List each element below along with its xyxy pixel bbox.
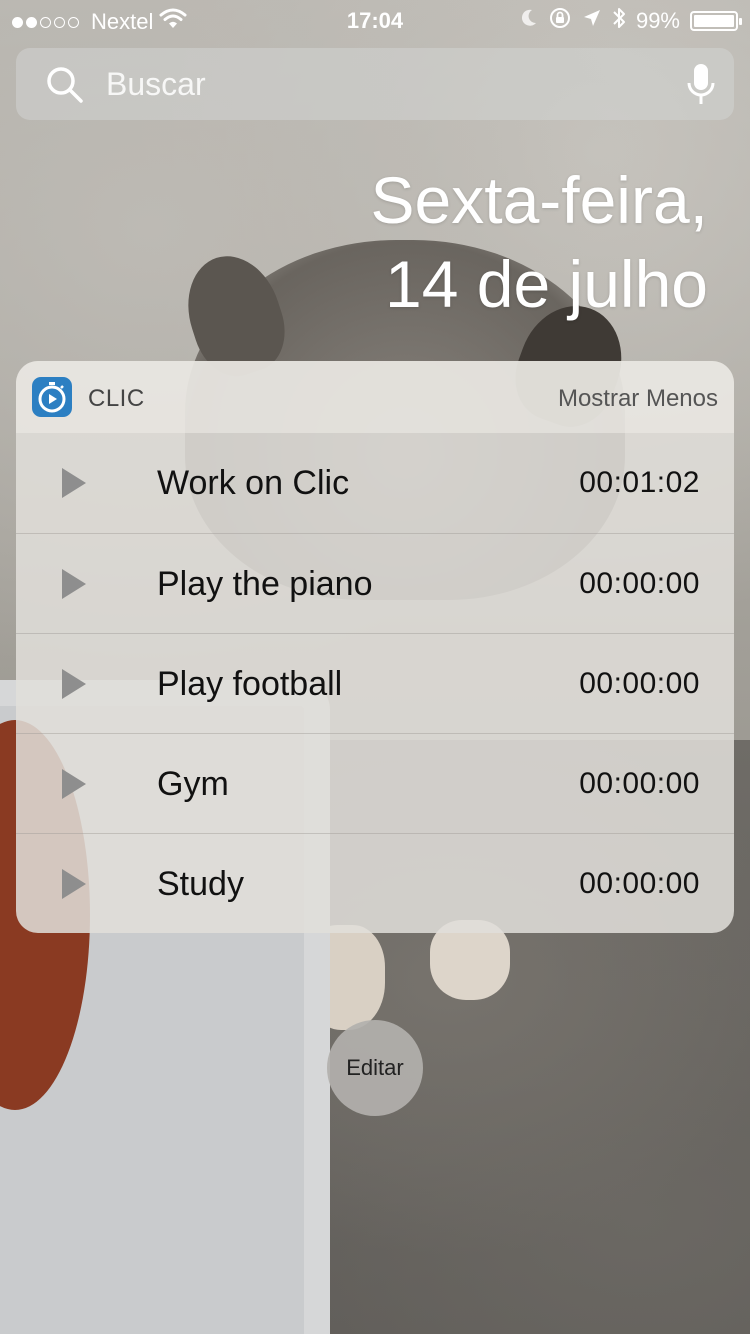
task-row[interactable]: Gym 00:00:00 xyxy=(16,733,734,833)
battery-level xyxy=(694,15,734,27)
date-heading: Sexta-feira, 14 de julho xyxy=(371,158,708,326)
task-row[interactable]: Study 00:00:00 xyxy=(16,833,734,933)
task-name: Study xyxy=(157,865,244,903)
date-day-month: 14 de julho xyxy=(385,247,708,321)
widget-app-name: CLIC xyxy=(88,385,145,412)
task-time: 00:00:00 xyxy=(579,867,700,900)
bluetooth-icon xyxy=(612,6,626,36)
search-bar[interactable] xyxy=(16,48,734,120)
task-list: Work on Clic 00:01:02 Play the piano 00:… xyxy=(16,433,734,933)
play-icon[interactable] xyxy=(60,466,88,505)
task-time: 00:00:00 xyxy=(579,767,700,800)
edit-button[interactable]: Editar xyxy=(327,1020,423,1116)
task-row[interactable]: Play football 00:00:00 xyxy=(16,633,734,733)
task-row[interactable]: Play the piano 00:00:00 xyxy=(16,533,734,633)
task-time: 00:00:00 xyxy=(579,667,700,700)
task-name: Play the piano xyxy=(157,565,373,603)
microphone-icon[interactable] xyxy=(686,62,716,111)
play-icon[interactable] xyxy=(60,667,88,706)
widget-header[interactable]: CLIC Mostrar Menos xyxy=(16,361,734,433)
battery-icon xyxy=(690,11,742,31)
task-name: Work on Clic xyxy=(157,464,350,502)
stopwatch-icon xyxy=(32,377,72,417)
clic-widget: CLIC Mostrar Menos Work on Clic 00:01:02… xyxy=(16,361,734,933)
status-bar-right: 99% xyxy=(520,6,742,36)
rotation-lock-icon xyxy=(548,6,572,36)
moon-icon xyxy=(520,8,538,34)
search-icon xyxy=(46,66,84,109)
show-less-button[interactable]: Mostrar Menos xyxy=(558,385,718,413)
task-name: Gym xyxy=(157,765,229,803)
search-input[interactable] xyxy=(106,64,526,104)
task-time: 00:01:02 xyxy=(579,466,700,499)
play-icon[interactable] xyxy=(60,767,88,806)
date-weekday: Sexta-feira, xyxy=(370,163,708,237)
play-icon[interactable] xyxy=(60,567,88,606)
task-time: 00:00:00 xyxy=(579,567,700,600)
status-bar: Nextel 17:04 99% xyxy=(0,0,750,40)
location-arrow-icon xyxy=(582,8,602,34)
play-icon[interactable] xyxy=(60,867,88,906)
battery-percent: 99% xyxy=(635,8,680,33)
task-row[interactable]: Work on Clic 00:01:02 xyxy=(16,433,734,533)
task-name: Play football xyxy=(157,665,343,703)
